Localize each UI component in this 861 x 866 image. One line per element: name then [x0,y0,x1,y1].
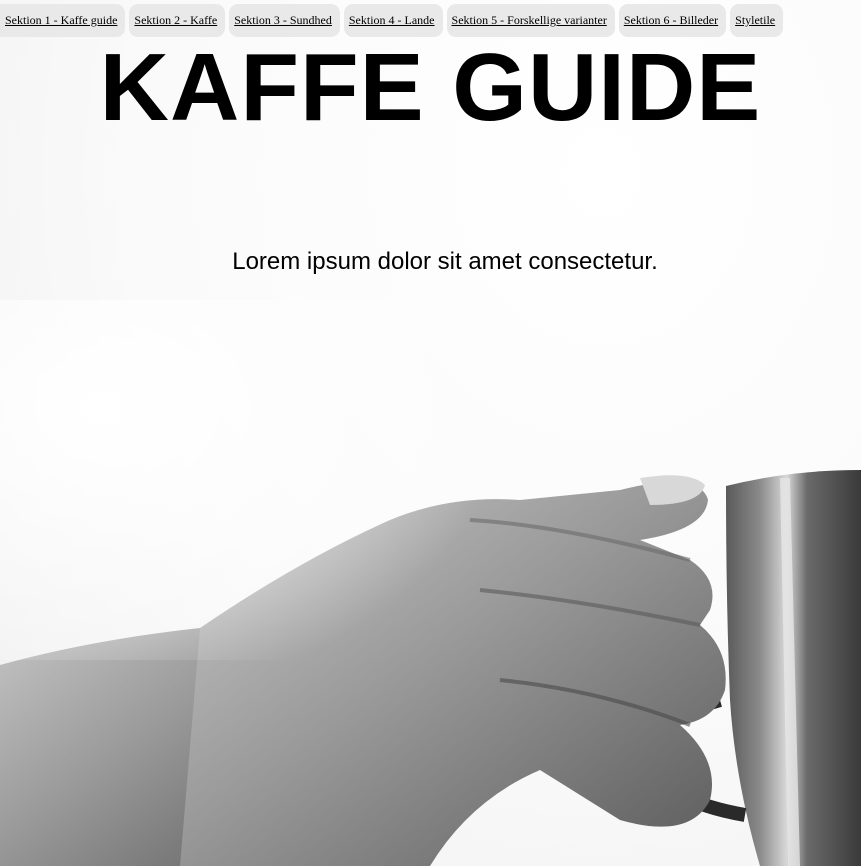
page: Sektion 1 - Kaffe guide Sektion 2 - Kaff… [0,0,861,866]
nav-link-sektion-4[interactable]: Sektion 4 - Lande [343,4,443,37]
nav-link-sektion-2[interactable]: Sektion 2 - Kaffe [129,4,226,37]
nav-link-sektion-3[interactable]: Sektion 3 - Sundhed [229,4,340,37]
hero-tagline: Lorem ipsum dolor sit amet consectetur. [232,248,658,275]
nav-link-sektion-1[interactable]: Sektion 1 - Kaffe guide [0,4,126,37]
page-title: KAFFE GUIDE [99,34,762,141]
nav-link-sektion-5[interactable]: Sektion 5 - Forskellige varianter [446,4,615,37]
nav-link-styletile[interactable]: Styletile [730,4,784,37]
nav-link-sektion-6[interactable]: Sektion 6 - Billeder [618,4,727,37]
